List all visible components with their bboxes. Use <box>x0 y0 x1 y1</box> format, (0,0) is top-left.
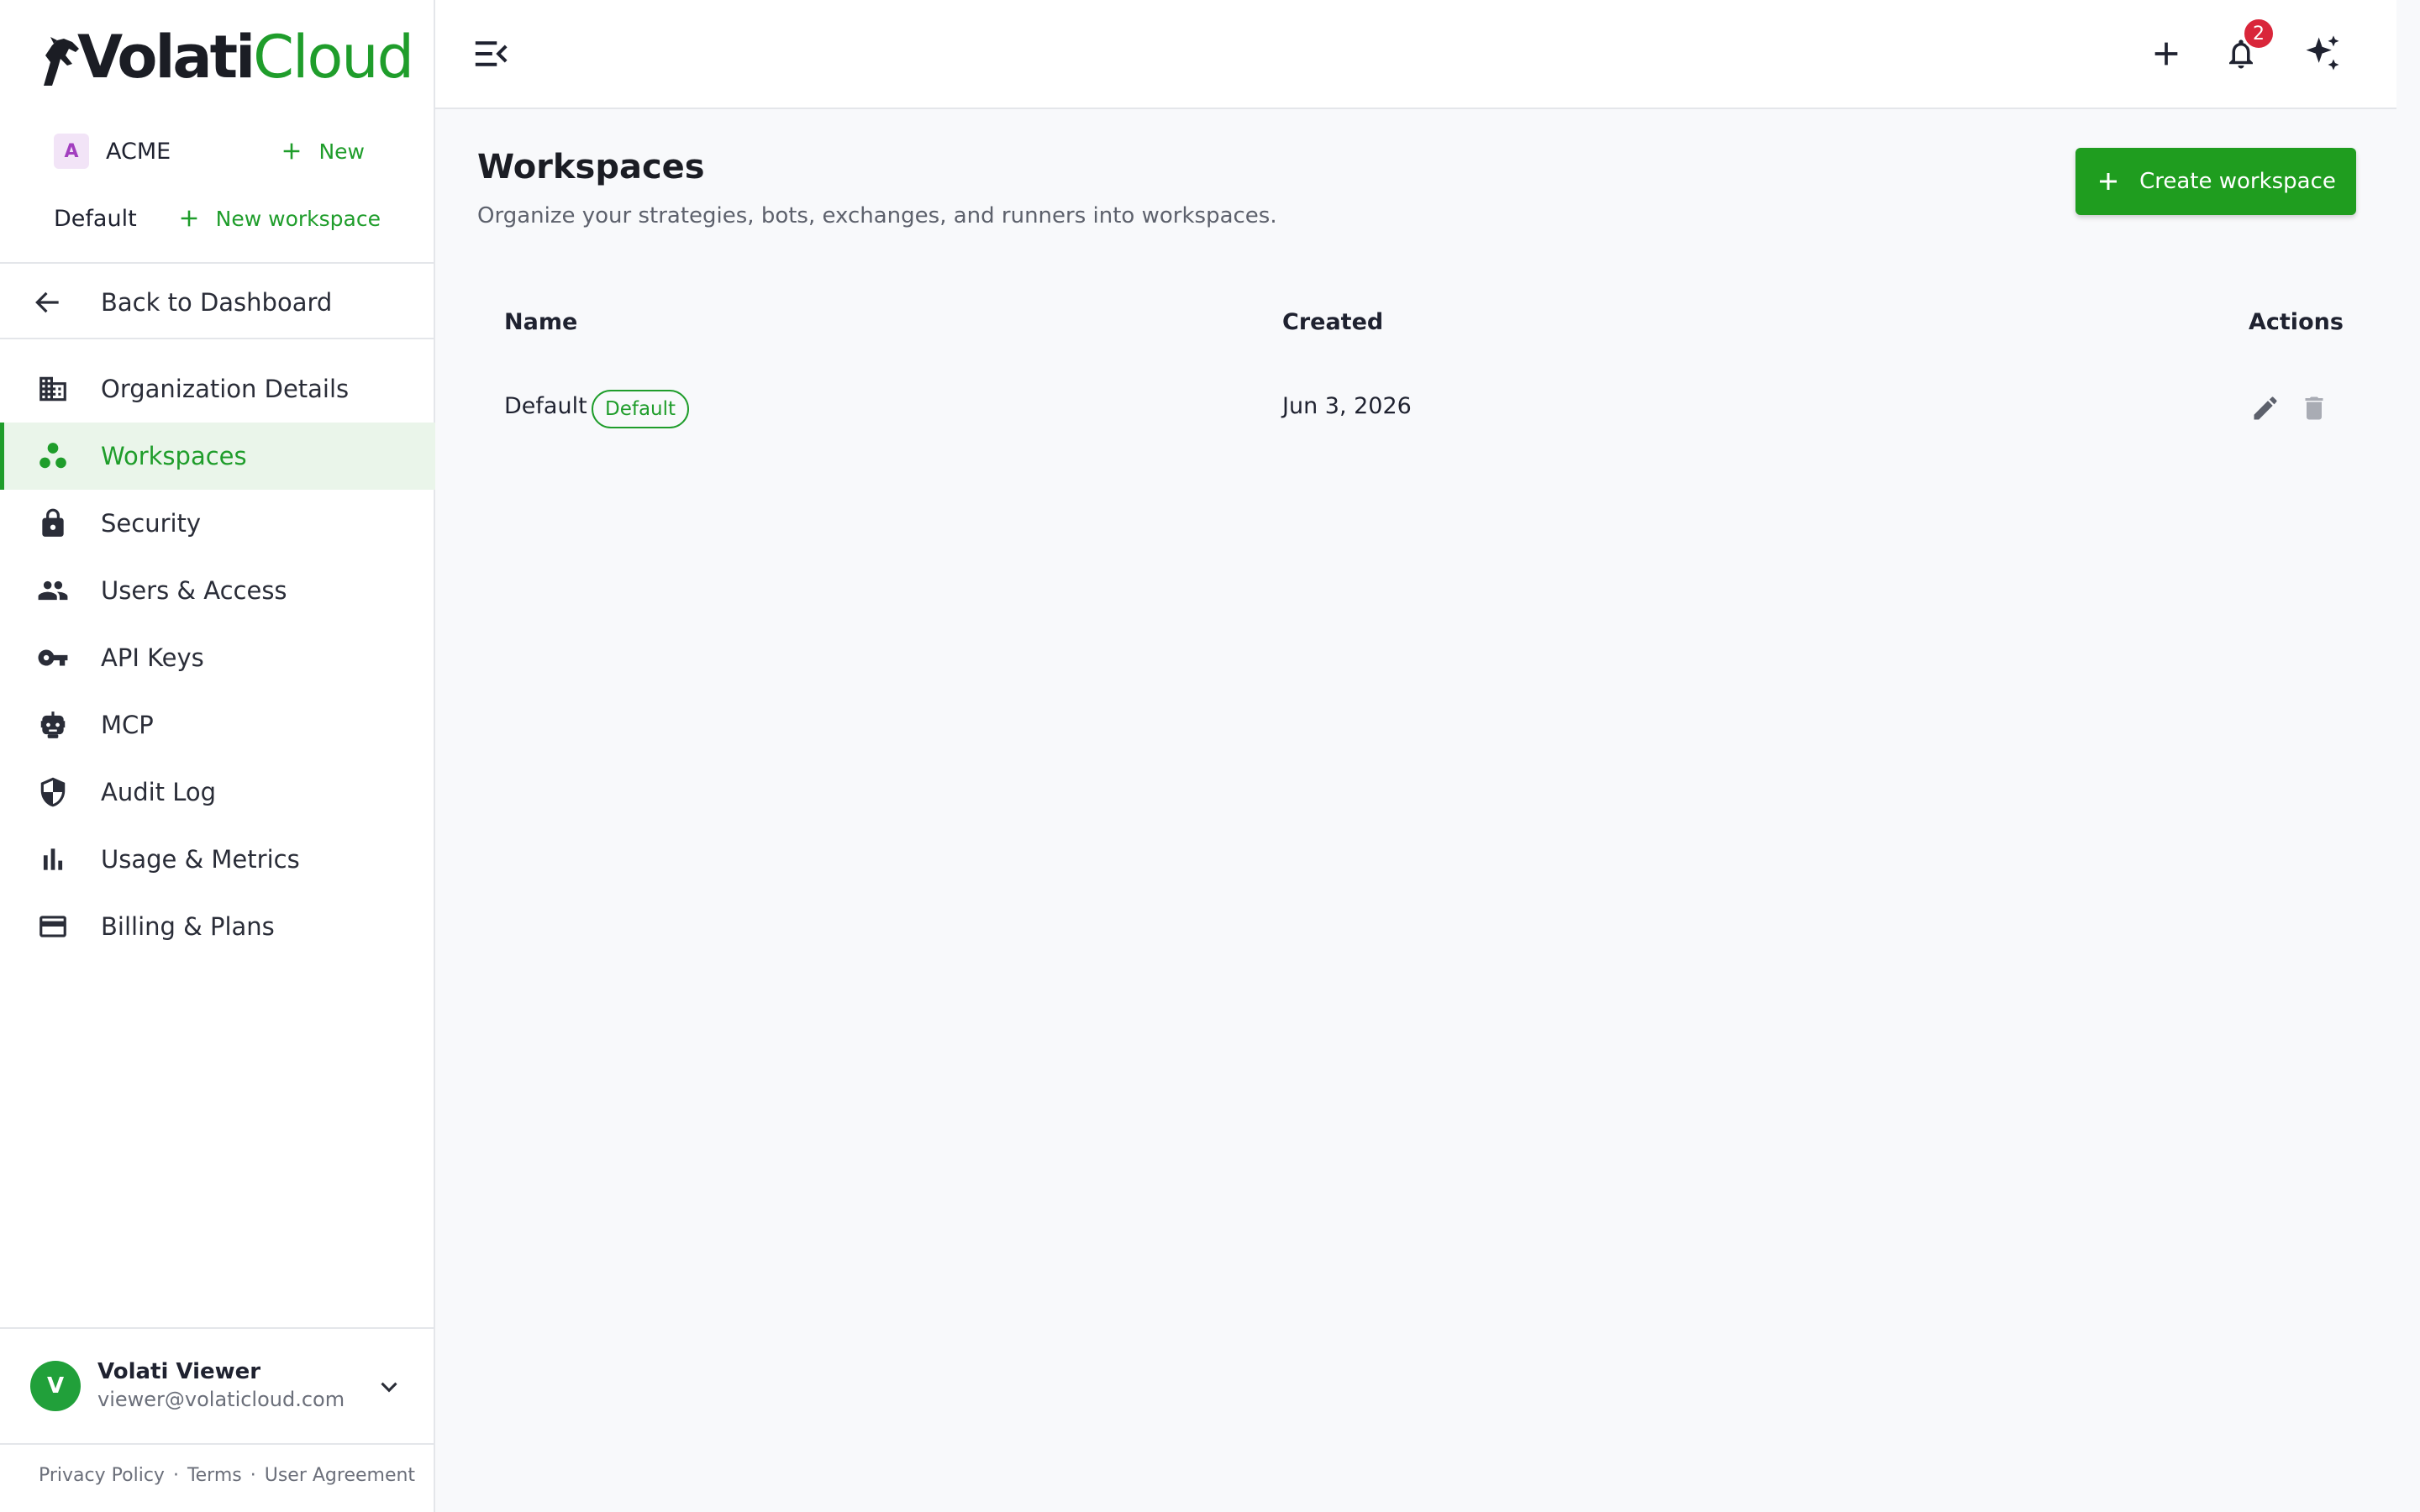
legal-links: Privacy Policy · Terms · User Agreement <box>39 1465 415 1486</box>
logo[interactable]: Volati Cloud <box>39 23 414 92</box>
app-root: Volati Cloud A ACME New Default New work… <box>0 0 2420 1512</box>
settings-nav: Organization Details Workspaces Security… <box>0 355 435 960</box>
privacy-policy-link[interactable]: Privacy Policy <box>39 1465 165 1486</box>
bar-chart-icon <box>37 843 69 875</box>
org-switcher[interactable]: A ACME New <box>54 133 373 170</box>
credit-card-icon <box>37 911 69 942</box>
column-header-name[interactable]: Name <box>504 309 577 335</box>
nav-item-workspaces[interactable]: Workspaces <box>0 423 435 490</box>
table-header: Name Created Actions <box>477 292 2356 356</box>
nav-label: Audit Log <box>101 778 217 806</box>
user-menu[interactable]: V Volati Viewer viewer@volaticloud.com <box>0 1327 435 1445</box>
plus-icon <box>2100 173 2118 190</box>
new-workspace-button[interactable]: New workspace <box>177 207 381 231</box>
plus-icon <box>181 210 197 227</box>
nav-item-mcp[interactable]: MCP <box>0 691 435 759</box>
new-org-label: New <box>318 139 365 164</box>
workspaces-icon <box>37 440 69 472</box>
horse-logo-icon <box>44 37 79 86</box>
org-avatar: A <box>54 134 89 169</box>
nav-item-users-access[interactable]: Users & Access <box>0 557 435 624</box>
workspace-name: Default <box>504 393 587 419</box>
new-org-button[interactable]: New <box>280 133 365 170</box>
sparkle-ai-icon[interactable] <box>2301 32 2344 76</box>
delete-icon[interactable] <box>2299 393 2329 423</box>
column-header-actions: Actions <box>2249 309 2344 335</box>
shield-icon <box>37 776 69 808</box>
nav-label: Usage & Metrics <box>101 845 300 874</box>
page-subtitle: Organize your strategies, bots, exchange… <box>477 203 1277 228</box>
new-workspace-label: New workspace <box>215 206 381 231</box>
nav-label: Users & Access <box>101 576 287 605</box>
nav-label: Workspaces <box>101 442 247 470</box>
chevron-down-icon[interactable] <box>375 1373 403 1401</box>
nav-label: Billing & Plans <box>101 912 275 941</box>
terms-link[interactable]: Terms <box>187 1465 242 1486</box>
column-header-created[interactable]: Created <box>1282 309 1383 335</box>
page-title: Workspaces <box>477 148 705 186</box>
robot-icon <box>37 709 69 741</box>
nav-item-api-keys[interactable]: API Keys <box>0 624 435 691</box>
avatar: V <box>30 1361 81 1411</box>
org-name: ACME <box>106 138 171 165</box>
nav-item-security[interactable]: Security <box>0 490 435 557</box>
back-label: Back to Dashboard <box>101 288 333 317</box>
nav-label: MCP <box>101 711 154 739</box>
edit-icon[interactable] <box>2250 393 2281 423</box>
user-agreement-link[interactable]: User Agreement <box>265 1465 415 1486</box>
plus-icon <box>284 143 300 160</box>
nav-label: API Keys <box>101 643 204 672</box>
user-email: viewer@volaticloud.com <box>97 1388 345 1411</box>
user-name: Volati Viewer <box>97 1359 261 1384</box>
sidebar: Volati Cloud A ACME New Default New work… <box>0 0 435 1512</box>
top-bar: 2 <box>435 0 2396 109</box>
notification-badge: 2 <box>2242 17 2275 50</box>
key-icon <box>37 642 69 674</box>
separator: · <box>172 1465 179 1486</box>
logo-text-cloud: Cloud <box>253 23 414 92</box>
create-workspace-label: Create workspace <box>2139 169 2336 194</box>
people-icon <box>37 575 69 606</box>
building-icon <box>37 373 69 405</box>
back-to-dashboard[interactable]: Back to Dashboard <box>0 267 435 338</box>
current-workspace[interactable]: Default <box>54 206 137 232</box>
table-row[interactable]: Default Default Jun 3, 2026 <box>477 356 2356 457</box>
separator: · <box>250 1465 256 1486</box>
nav-item-organization-details[interactable]: Organization Details <box>0 355 435 423</box>
created-date: Jun 3, 2026 <box>1282 393 1412 419</box>
workspaces-table: Name Created Actions Default Default Jun… <box>477 292 2356 457</box>
nav-label: Security <box>101 509 202 538</box>
lock-icon <box>37 507 69 539</box>
divider <box>0 338 435 339</box>
workspace-switcher: Default New workspace <box>54 200 381 237</box>
arrow-left-icon <box>35 291 59 313</box>
menu-collapse-icon[interactable] <box>472 37 509 71</box>
nav-item-billing-plans[interactable]: Billing & Plans <box>0 893 435 960</box>
nav-label: Organization Details <box>101 375 350 403</box>
nav-item-usage-metrics[interactable]: Usage & Metrics <box>0 826 435 893</box>
add-icon[interactable] <box>2149 37 2183 71</box>
create-workspace-button[interactable]: Create workspace <box>2075 148 2356 215</box>
main-content: Workspaces Organize your strategies, bot… <box>435 111 2396 1512</box>
default-badge: Default <box>592 390 690 428</box>
logo-text-volati: Volati <box>77 23 255 92</box>
nav-item-audit-log[interactable]: Audit Log <box>0 759 435 826</box>
divider <box>0 262 435 264</box>
